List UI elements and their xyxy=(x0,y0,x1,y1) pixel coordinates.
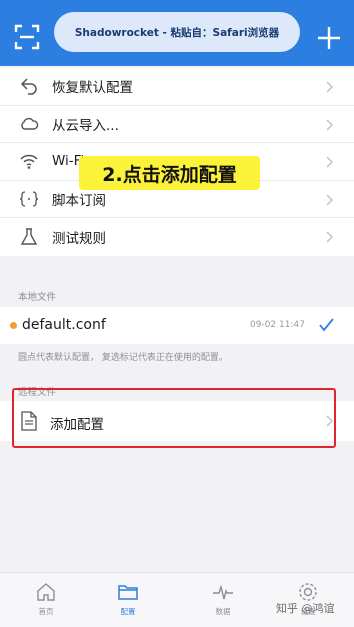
watermark: 知乎 @鸿谊 xyxy=(276,602,335,615)
chevron-right-icon xyxy=(326,193,334,206)
file-name: default.conf xyxy=(22,317,106,333)
local-file-row[interactable]: default.conf 09-02 11:47 xyxy=(0,307,354,344)
test-rule-icon xyxy=(18,226,40,248)
scan-icon[interactable] xyxy=(14,24,40,50)
cloud-icon xyxy=(18,113,40,135)
local-files-title: 本地文件 xyxy=(18,292,57,303)
menu-item-test-rules[interactable]: 测试规则 xyxy=(0,218,354,256)
chevron-right-icon xyxy=(326,231,334,243)
wifi-icon xyxy=(18,150,40,172)
legend-hint: 圆点代表默认配置， 复选标记代表正在使用的配置。 xyxy=(18,353,228,363)
plus-icon[interactable] xyxy=(316,22,342,52)
chevron-right-icon xyxy=(326,81,334,93)
chevron-right-icon xyxy=(326,156,334,168)
tutorial-annotation: 2.点击添加配置 xyxy=(79,156,260,190)
home-icon xyxy=(37,583,55,601)
tab-label: 数据 xyxy=(215,607,231,616)
restore-icon xyxy=(18,75,40,97)
top-bar: Shadowrocket - 粘贴自：Safari浏览器 xyxy=(0,0,354,66)
script-icon xyxy=(18,188,40,210)
paste-banner: Shadowrocket - 粘贴自：Safari浏览器 xyxy=(54,12,300,52)
menu-item-import-cloud[interactable]: 从云导入... xyxy=(0,106,354,143)
tab-label: 首页 xyxy=(38,607,54,616)
tab-home[interactable]: 首页 xyxy=(26,581,66,617)
menu-item-label: 恢复默认配置 xyxy=(52,80,133,97)
tab-config[interactable]: 配置 xyxy=(108,581,148,617)
checkmark-icon xyxy=(319,318,334,332)
menu-item-label: 测试规则 xyxy=(52,230,106,247)
folder-icon xyxy=(118,585,138,600)
tab-label: 配置 xyxy=(120,607,136,616)
menu-item-restore-default[interactable]: 恢复默认配置 xyxy=(0,68,354,106)
menu-item-label: 从云导入... xyxy=(52,117,119,134)
highlight-box xyxy=(12,388,336,448)
chevron-right-icon xyxy=(326,118,334,131)
default-dot-icon xyxy=(10,322,17,329)
tab-data[interactable]: 数据 xyxy=(203,581,243,617)
menu-item-label: 脚本订阅 xyxy=(52,192,106,209)
file-date: 09-02 11:47 xyxy=(250,320,305,330)
pulse-icon xyxy=(213,584,233,600)
